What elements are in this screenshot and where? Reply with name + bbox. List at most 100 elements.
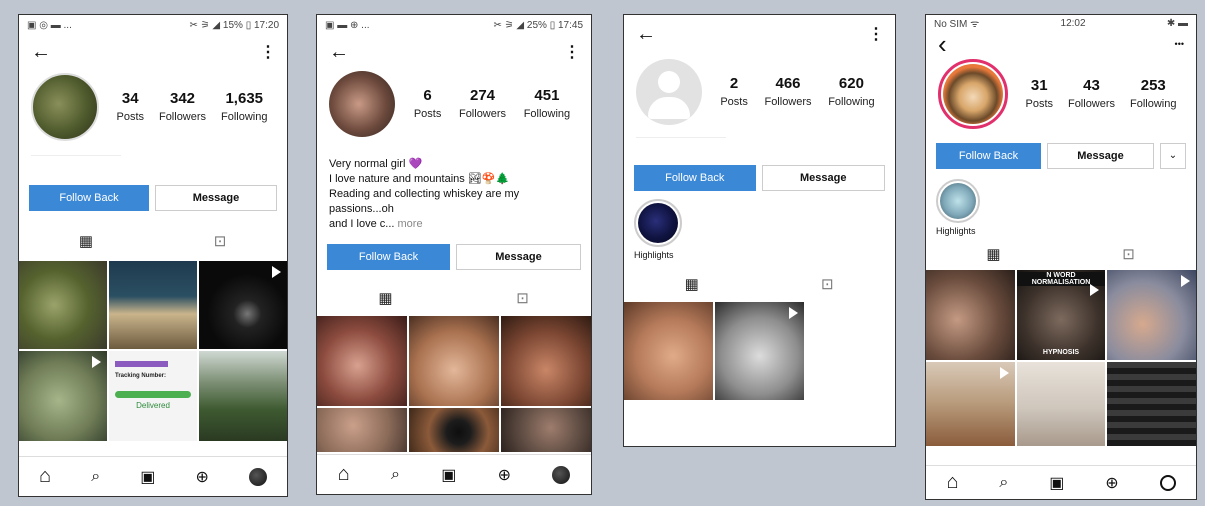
status-left: ▣ ◎ ▬ ... xyxy=(27,19,72,31)
bottom-nav: ⌂ ⌕ ▣ ⊕ xyxy=(19,456,287,496)
highlight-circle[interactable] xyxy=(634,199,682,247)
post-thumbnail[interactable] xyxy=(501,408,591,452)
highlights[interactable]: Highlights xyxy=(926,169,1196,236)
following-count[interactable]: 1,635 Following xyxy=(221,90,267,125)
default-avatar-icon[interactable] xyxy=(636,59,702,125)
message-button[interactable]: Message xyxy=(761,165,885,191)
post-thumbnail[interactable] xyxy=(317,316,407,406)
post-thumbnail[interactable]: Tracking Number: Delivered xyxy=(109,351,197,441)
avatar[interactable] xyxy=(938,59,1008,129)
posts-count[interactable]: 2 Posts xyxy=(720,75,748,110)
phone-screenshot-3: ← ⋮ 2 Posts 466 Followers 620 Following Fol… xyxy=(623,14,896,447)
post-thumbnail[interactable] xyxy=(19,351,107,441)
redacted-name xyxy=(31,155,121,175)
reels-icon[interactable]: ▣ xyxy=(441,465,456,485)
follow-back-button[interactable]: Follow Back xyxy=(634,165,756,191)
grid-tab-icon[interactable]: ▦ xyxy=(317,289,454,307)
home-icon[interactable]: ⌂ xyxy=(338,463,350,486)
post-thumbnail[interactable] xyxy=(199,351,287,441)
shop-icon[interactable]: ⊕ xyxy=(195,467,208,487)
bottom-nav: ⌂ ⌕ ▣ ⊕ xyxy=(926,465,1196,499)
tile-caption: HYPNOSIS xyxy=(1042,349,1080,356)
search-icon[interactable]: ⌕ xyxy=(391,466,400,484)
post-thumbnail[interactable] xyxy=(317,408,407,452)
following-count[interactable]: 451 Following xyxy=(524,87,570,122)
more-options-icon[interactable]: ⋮ xyxy=(260,42,276,62)
post-thumbnail[interactable] xyxy=(19,261,107,349)
post-thumbnail[interactable] xyxy=(1107,270,1196,360)
grid-tab-icon[interactable]: ▦ xyxy=(624,275,760,293)
tracking-number-text: Tracking Number: xyxy=(115,373,167,379)
shop-icon[interactable]: ⊕ xyxy=(498,465,511,485)
back-chevron-icon[interactable]: ‹ xyxy=(938,29,947,60)
posts-count[interactable]: 34 Posts xyxy=(116,90,144,125)
back-arrow-icon[interactable]: ← xyxy=(636,23,656,46)
followers-count[interactable]: 274 Followers xyxy=(459,87,506,122)
follow-back-button[interactable]: Follow Back xyxy=(327,244,450,270)
post-thumbnail[interactable] xyxy=(926,362,1015,446)
shop-icon[interactable]: ⊕ xyxy=(1105,473,1118,493)
following-count[interactable]: 253 Following xyxy=(1130,77,1176,112)
video-icon xyxy=(92,356,101,368)
delivered-text: Delivered xyxy=(136,401,170,410)
highlights[interactable]: Highlights xyxy=(624,191,895,260)
tagged-tab-icon[interactable]: ⊡ xyxy=(454,289,591,307)
search-icon[interactable]: ⌕ xyxy=(91,468,100,486)
status-bar: No SIM ᯤ 12:02 ✱ ▬ xyxy=(926,15,1196,31)
post-thumbnail[interactable] xyxy=(1016,362,1106,446)
home-icon[interactable]: ⌂ xyxy=(39,465,51,488)
home-icon[interactable]: ⌂ xyxy=(946,471,958,494)
tagged-tab-icon[interactable]: ⊡ xyxy=(760,275,896,293)
redacted-name xyxy=(636,137,726,157)
profile-icon[interactable] xyxy=(248,467,267,486)
followers-count[interactable]: 342 Followers xyxy=(159,90,206,125)
post-thumbnail[interactable] xyxy=(199,261,287,349)
post-thumbnail[interactable] xyxy=(1107,362,1196,446)
post-thumbnail[interactable]: N WORD NORMALISATION HYPNOSIS xyxy=(1016,270,1106,360)
empty-grid-cell xyxy=(806,302,895,400)
grid-tab-icon[interactable]: ▦ xyxy=(926,245,1061,263)
posts-count[interactable]: 6 Posts xyxy=(414,87,442,122)
highlight-circle[interactable] xyxy=(936,179,980,223)
back-arrow-icon[interactable]: ← xyxy=(329,41,349,64)
bio-more-link[interactable]: more xyxy=(398,218,423,230)
phone-screenshot-2: ▣ ▬ ⊕ ... ✂ ⚞ ◢ 25% ▯ 17:45 ← ⋮ 6 Posts 2… xyxy=(316,14,592,495)
bio-text: Very normal girl 💜 I love nature and mou… xyxy=(329,158,520,230)
avatar[interactable] xyxy=(329,71,395,137)
followers-count[interactable]: 466 Followers xyxy=(764,75,811,110)
post-thumbnail[interactable] xyxy=(715,302,804,400)
message-button[interactable]: Message xyxy=(155,185,277,211)
status-time: 12:02 xyxy=(1060,17,1086,29)
avatar[interactable] xyxy=(31,73,99,141)
reels-icon[interactable]: ▣ xyxy=(1049,473,1064,493)
profile-icon[interactable] xyxy=(1159,474,1176,491)
reels-icon[interactable]: ▣ xyxy=(140,467,155,487)
post-thumbnail[interactable] xyxy=(624,302,713,400)
post-thumbnail[interactable] xyxy=(501,316,591,406)
highlights-label: Highlights xyxy=(634,250,674,260)
tagged-tab-icon[interactable]: ⊡ xyxy=(153,232,287,250)
post-thumbnail[interactable] xyxy=(409,408,499,452)
following-count[interactable]: 620 Following xyxy=(828,75,874,110)
grid-tab-icon[interactable]: ▦ xyxy=(19,232,153,250)
posts-count[interactable]: 31 Posts xyxy=(1025,77,1053,112)
profile-icon[interactable] xyxy=(552,465,571,484)
post-thumbnail[interactable] xyxy=(409,316,499,406)
followers-count[interactable]: 43 Followers xyxy=(1068,77,1115,112)
follow-back-button[interactable]: Follow Back xyxy=(936,143,1041,169)
video-icon xyxy=(1090,284,1100,296)
more-options-icon[interactable]: ••• xyxy=(1175,39,1184,49)
bottom-nav: ⌂ ⌕ ▣ ⊕ xyxy=(317,454,591,494)
message-button[interactable]: Message xyxy=(456,244,581,270)
search-icon[interactable]: ⌕ xyxy=(999,474,1008,492)
tagged-tab-icon[interactable]: ⊡ xyxy=(1061,245,1196,263)
back-arrow-icon[interactable]: ← xyxy=(31,41,51,64)
status-bar: ▣ ▬ ⊕ ... ✂ ⚞ ◢ 25% ▯ 17:45 xyxy=(317,15,591,35)
more-options-icon[interactable]: ⋮ xyxy=(868,24,884,44)
chevron-down-icon[interactable]: ⌄ xyxy=(1160,143,1186,169)
follow-back-button[interactable]: Follow Back xyxy=(29,185,149,211)
message-button[interactable]: Message xyxy=(1047,143,1154,169)
more-options-icon[interactable]: ⋮ xyxy=(564,42,580,62)
post-thumbnail[interactable] xyxy=(109,261,197,349)
post-thumbnail[interactable] xyxy=(926,270,1015,360)
